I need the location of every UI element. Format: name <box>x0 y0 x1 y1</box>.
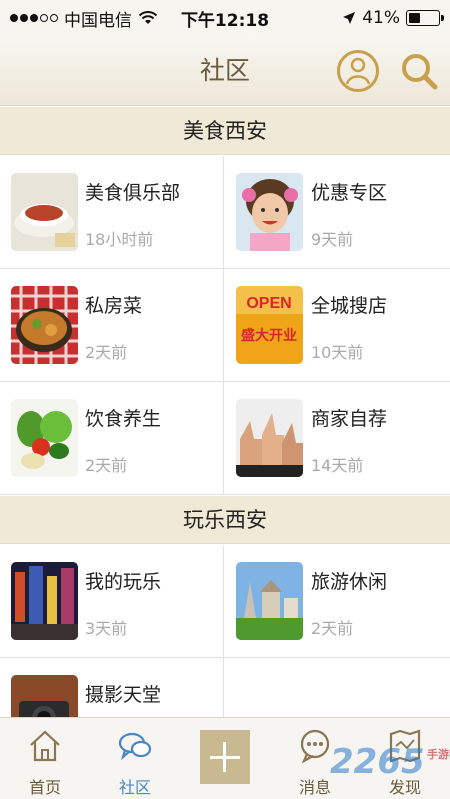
battery-icon <box>406 10 444 26</box>
forum-item-discounts[interactable]: 优惠专区 9天前 <box>225 156 449 268</box>
user-icon[interactable] <box>336 49 380 93</box>
forum-title: 旅游休闲 <box>311 571 388 593</box>
grand-opening-text: 盛大开业 <box>241 327 297 344</box>
food-club-thumbnail <box>11 173 78 251</box>
forum-title: 饮食养生 <box>85 408 162 430</box>
section-header-play: 玩乐西安 <box>0 496 450 544</box>
travel-thumbnail <box>236 562 303 640</box>
forum-time: 2天前 <box>85 343 128 362</box>
forum-item-store-search[interactable]: OPEN 盛大开业 全城搜店 10天前 <box>225 269 449 381</box>
nav-header: 社区 <box>0 36 450 106</box>
chat-bubbles-icon <box>118 732 152 761</box>
my-fun-thumbnail <box>11 562 78 640</box>
section-header-food: 美食西安 <box>0 107 450 155</box>
open-sign-text: OPEN <box>246 295 291 312</box>
grid-row: 我的玩乐 3天前 旅游休闲 2天前 <box>0 545 450 658</box>
forum-title: 商家自荐 <box>311 408 388 430</box>
grid-row: 私房菜 2天前 OPEN 盛大开业 全城搜店 10天前 <box>0 269 450 382</box>
tab-community[interactable]: 社区 <box>90 718 180 799</box>
status-bar: 中国电信 下午12:18 41% <box>0 0 450 36</box>
forum-item-my-fun[interactable]: 我的玩乐 3天前 <box>0 545 224 657</box>
forum-item-travel-leisure[interactable]: 旅游休闲 2天前 <box>225 545 449 657</box>
healthy-diet-thumbnail <box>11 399 78 477</box>
forum-title: 私房菜 <box>85 295 143 317</box>
forum-time: 2天前 <box>85 456 128 475</box>
carrier-label: 中国电信 <box>64 10 132 31</box>
grid-row: 摄影天堂 <box>0 658 450 770</box>
status-time: 下午12:18 <box>180 10 270 31</box>
home-icon <box>30 730 60 762</box>
forum-title: 全城搜店 <box>311 295 388 317</box>
forum-title: 优惠专区 <box>311 182 388 204</box>
search-icon[interactable] <box>397 49 441 93</box>
forum-time: 18小时前 <box>85 230 154 249</box>
add-post-button[interactable] <box>200 730 250 784</box>
private-dishes-thumbnail <box>11 286 78 364</box>
forum-time: 9天前 <box>311 230 354 249</box>
battery-percent: 41% <box>362 8 400 28</box>
tab-label: 社区 <box>118 778 151 797</box>
forum-time: 14天前 <box>311 456 364 475</box>
wifi-icon <box>138 11 158 24</box>
forum-title: 美食俱乐部 <box>85 182 181 204</box>
forum-title: 我的玩乐 <box>85 571 162 593</box>
message-icon <box>300 729 330 764</box>
forum-time: 10天前 <box>311 343 364 362</box>
forum-time: 2天前 <box>311 619 354 638</box>
watermark-logo: 2265 手游网 <box>330 742 450 782</box>
thumbs-up-thumbnail <box>236 399 303 477</box>
grand-opening-thumbnail: OPEN 盛大开业 <box>236 286 303 364</box>
forum-title: 摄影天堂 <box>85 684 162 706</box>
discounts-thumbnail <box>236 173 303 251</box>
page-title: 社区 <box>199 56 250 85</box>
forum-item-merchant-recommend[interactable]: 商家自荐 14天前 <box>225 382 449 494</box>
forum-item-private-dishes[interactable]: 私房菜 2天前 <box>0 269 224 381</box>
tab-label: 首页 <box>28 778 61 797</box>
forum-item-healthy-diet[interactable]: 饮食养生 2天前 <box>0 382 224 494</box>
forum-item-food-club[interactable]: 美食俱乐部 18小时前 <box>0 156 224 268</box>
forum-time: 3天前 <box>85 619 128 638</box>
grid-row: 饮食养生 2天前 商家自荐 14天前 <box>0 382 450 495</box>
tab-home[interactable]: 首页 <box>0 718 90 799</box>
location-arrow-icon <box>343 12 356 24</box>
grid-row: 美食俱乐部 18小时前 优惠专区 9天前 <box>0 156 450 269</box>
signal-strength-icon <box>10 14 58 22</box>
